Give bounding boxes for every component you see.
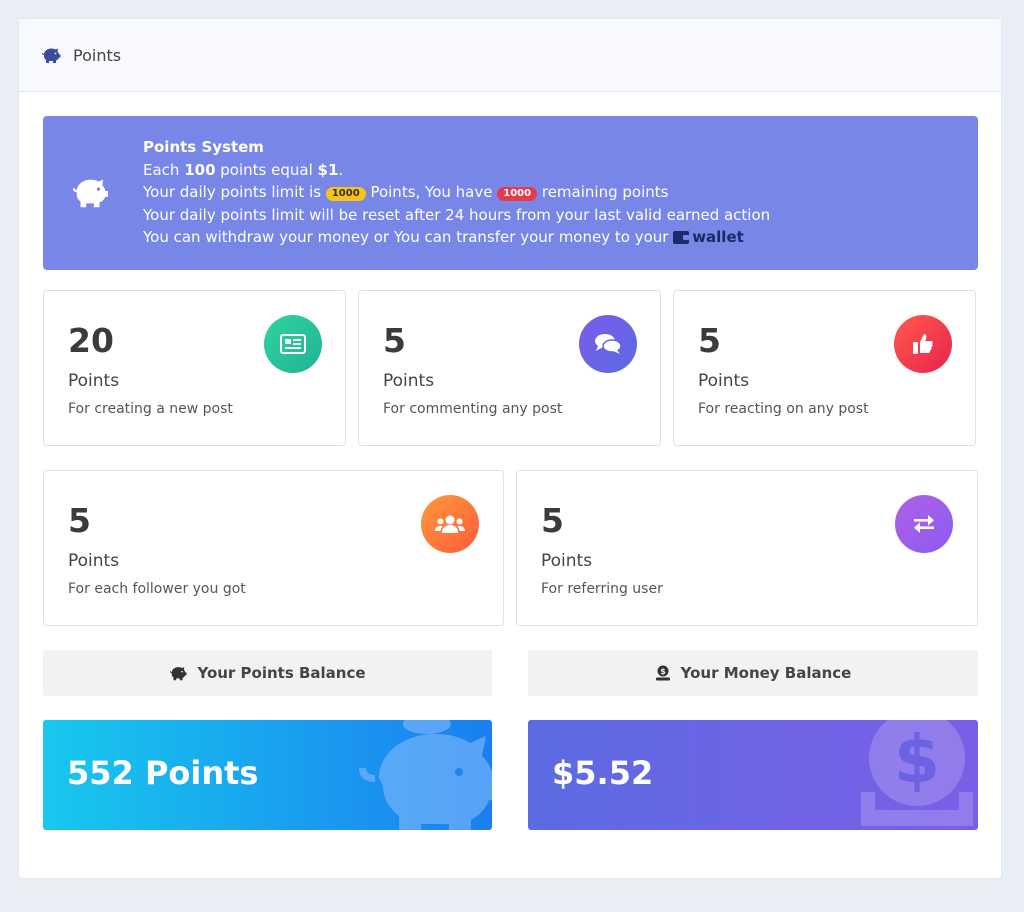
wallet-icon (673, 231, 690, 244)
stat-unit: Points (383, 371, 435, 391)
points-system-alert: Points System Each 100 points equal $1. … (43, 116, 978, 270)
exchange-icon (895, 495, 953, 553)
alert-line-reset: Your daily points limit will be reset af… (143, 205, 771, 224)
money-watermark-icon: $ (861, 720, 973, 826)
svg-text:$: $ (894, 721, 940, 798)
money-balance-header: $ Your Money Balance (528, 650, 978, 696)
money-balance-value: $5.52 (552, 754, 654, 792)
svg-text:$: $ (660, 667, 666, 676)
points-balance-box: 552 Points (43, 720, 492, 830)
stat-value: 5 (698, 321, 721, 360)
thumbs-up-icon (894, 315, 952, 373)
stat-unit: Points (68, 371, 120, 391)
newspaper-icon (264, 315, 322, 373)
alert-line-rate: Each 100 points equal $1. (143, 160, 344, 179)
alert-line-limit: Your daily points limit is 1000 Points, … (143, 183, 669, 201)
stat-unit: Points (541, 551, 593, 571)
daily-limit-badge: 1000 (325, 187, 366, 201)
points-balance-label: Your Points Balance (197, 664, 366, 682)
wallet-link[interactable]: wallet (673, 228, 744, 246)
card-header: Points (19, 19, 1001, 92)
points-balance-header: Your Points Balance (43, 650, 492, 696)
piggy-bank-icon (41, 45, 63, 65)
stat-value: 20 (68, 321, 114, 360)
stat-value: 5 (68, 501, 91, 540)
points-balance-value: 552 Points (67, 754, 259, 792)
stat-card-follower: 5 Points For each follower you got (43, 470, 504, 626)
stat-unit: Points (698, 371, 750, 391)
stat-card-react: 5 Points For reacting on any post (673, 290, 976, 446)
users-icon (421, 495, 479, 553)
money-balance-label: Your Money Balance (680, 664, 852, 682)
stat-description: For commenting any post (383, 401, 563, 417)
alert-line-withdraw: You can withdraw your money or You can t… (143, 228, 744, 246)
stat-value: 5 (541, 501, 564, 540)
comments-icon (579, 315, 637, 373)
piggy-bank-icon (71, 175, 109, 209)
stat-description: For creating a new post (68, 401, 233, 417)
stat-description: For reacting on any post (698, 401, 869, 417)
stat-description: For referring user (541, 581, 663, 597)
page-title: Points (73, 45, 122, 65)
stat-card-new-post: 20 Points For creating a new post (43, 290, 346, 446)
stat-card-comment: 5 Points For commenting any post (358, 290, 661, 446)
money-icon: $ (655, 665, 670, 681)
stat-card-referral: 5 Points For referring user (516, 470, 978, 626)
alert-title: Points System (143, 138, 264, 156)
piggy-bank-icon (170, 667, 188, 681)
money-balance-box: $ $5.52 (528, 720, 978, 830)
stat-description: For each follower you got (68, 581, 246, 597)
remaining-points-badge: 1000 (497, 187, 538, 201)
stat-value: 5 (383, 321, 406, 360)
points-card: Points Points System Each 100 points equ… (18, 18, 1002, 879)
stat-unit: Points (68, 551, 120, 571)
piggy-bank-watermark-icon (359, 720, 492, 830)
